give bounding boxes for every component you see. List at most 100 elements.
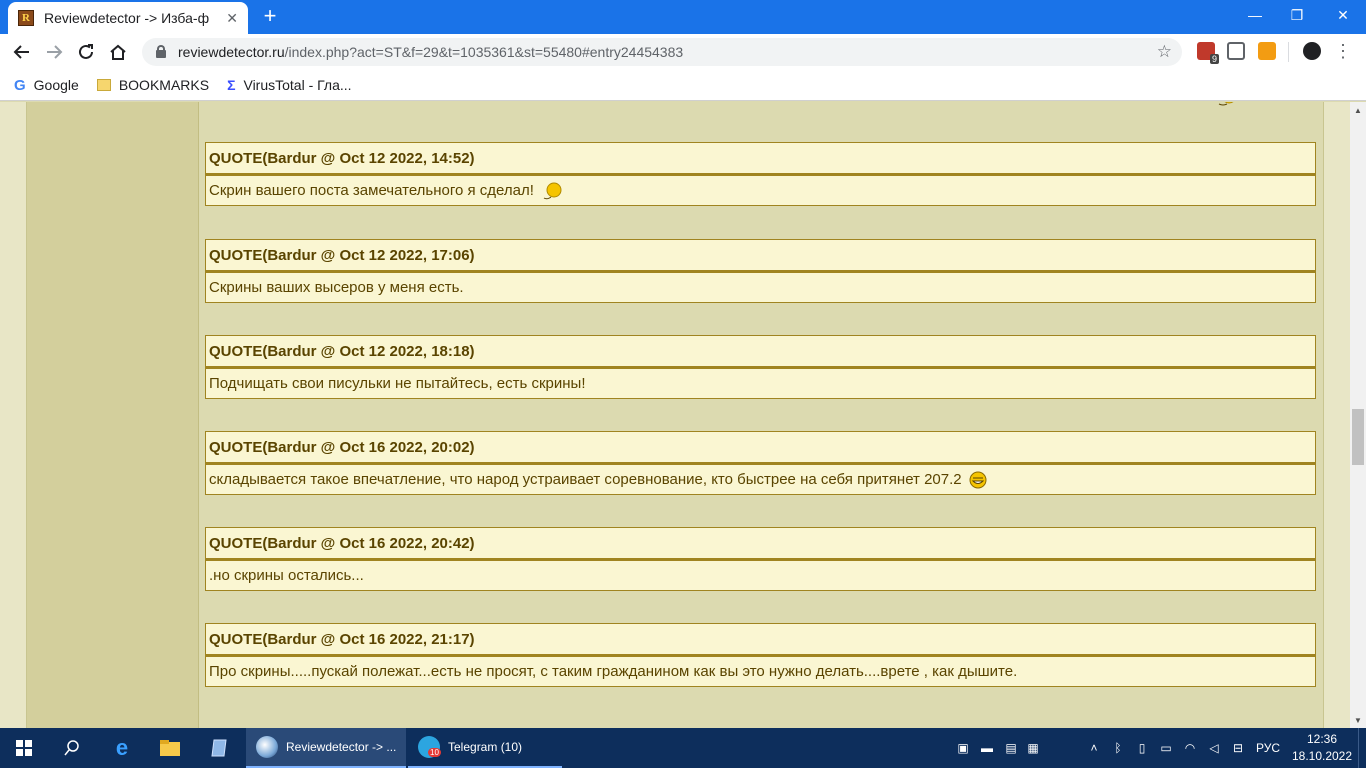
- battery-icon[interactable]: ▭: [1156, 728, 1176, 768]
- bookmark-folder-bookmarks[interactable]: BOOKMARKS: [96, 77, 210, 93]
- quote-body: складывается такое впечатление, что наро…: [205, 463, 1316, 495]
- browser-toolbar: reviewdetector.ru/index.php?act=ST&f=29&…: [0, 34, 1366, 70]
- virustotal-icon: Σ: [227, 77, 236, 93]
- bookmark-label: Google: [33, 77, 79, 93]
- file-explorer-icon[interactable]: [146, 728, 194, 768]
- quote-block: QUOTE(Bardur @ Oct 16 2022, 21:17) Про с…: [205, 623, 1316, 687]
- telegram-badge: 10: [428, 748, 441, 757]
- windows-taskbar: e Reviewdetector -> ... 10 Telegram (10)…: [0, 728, 1366, 768]
- browser-tab[interactable]: R Reviewdetector -> Изба-ф ✕: [8, 2, 248, 34]
- wifi-icon[interactable]: ◠: [1180, 728, 1200, 768]
- language-switch-icon[interactable]: ⊟: [1228, 728, 1248, 768]
- quote-text: Подчищать свои писульки не пытайтесь, ес…: [209, 375, 586, 392]
- bookmarks-bar: G Google BOOKMARKS Σ VirusTotal - Гла...: [0, 70, 1366, 101]
- smiley-icon: [1218, 102, 1234, 106]
- clock-date: 18.10.2022: [1291, 749, 1353, 763]
- google-icon: G: [14, 76, 26, 94]
- ublock-extension-icon[interactable]: 9: [1197, 42, 1219, 64]
- extension-badge: 9: [1209, 54, 1219, 64]
- quote-block: QUOTE(Bardur @ Oct 12 2022, 14:52) Скрин…: [205, 142, 1316, 206]
- laughing-smiley-icon: [969, 471, 987, 488]
- language-indicator[interactable]: РУС: [1252, 728, 1284, 768]
- edge-browser-icon[interactable]: e: [98, 728, 146, 768]
- page-scrollbar[interactable]: ▲ ▼: [1350, 102, 1366, 728]
- bookmark-label: BOOKMARKS: [118, 77, 210, 93]
- forward-arrow-icon: [47, 45, 63, 59]
- quote-body: Скрин вашего поста замечательного я сдел…: [205, 174, 1316, 206]
- folder-icon: [96, 79, 111, 91]
- tray-display-icon[interactable]: ▬: [976, 728, 998, 768]
- lock-icon: [156, 45, 166, 58]
- whistling-smiley-icon: [543, 182, 562, 199]
- toolbar-divider: [1288, 42, 1289, 62]
- image-extension-icon[interactable]: [1227, 42, 1245, 60]
- menu-kebab-icon[interactable]: ⋮: [1334, 41, 1352, 61]
- scroll-up-arrow-icon[interactable]: ▲: [1350, 102, 1366, 118]
- quote-body: Скрины ваших высеров у меня есть.: [205, 271, 1316, 303]
- search-icon[interactable]: [48, 728, 96, 768]
- reload-button[interactable]: [72, 38, 100, 66]
- close-window-button[interactable]: ✕: [1320, 0, 1366, 30]
- quote-block: QUOTE(Bardur @ Oct 16 2022, 20:02) склад…: [205, 431, 1316, 495]
- show-hidden-icons-chevron-icon[interactable]: ˄: [1084, 728, 1104, 768]
- quote-header: QUOTE(Bardur @ Oct 12 2022, 18:18): [205, 335, 1316, 367]
- scroll-down-arrow-icon[interactable]: ▼: [1350, 712, 1366, 728]
- quote-body: Про скрины.....пускай полежат...есть не …: [205, 655, 1316, 687]
- windows-start-icon[interactable]: [0, 728, 48, 768]
- taskbar-app-label: Telegram (10): [448, 740, 523, 754]
- volume-icon[interactable]: ◁: [1204, 728, 1224, 768]
- quote-block: QUOTE(Bardur @ Oct 12 2022, 18:18) Подчи…: [205, 335, 1316, 399]
- bookmark-virustotal[interactable]: Σ VirusTotal - Гла...: [227, 77, 351, 93]
- quote-body: Подчищать свои писульки не пытайтесь, ес…: [205, 367, 1316, 399]
- restore-button[interactable]: ❐: [1274, 0, 1320, 30]
- clock-time: 12:36: [1306, 732, 1338, 746]
- bluetooth-icon[interactable]: ᛒ: [1108, 728, 1128, 768]
- quote-text: Про скрины.....пускай полежат...есть не …: [209, 663, 1018, 680]
- browser-titlebar: R Reviewdetector -> Изба-ф ✕ + — ❐ ✕: [0, 0, 1366, 34]
- tray-document-icon[interactable]: ▤: [1000, 728, 1022, 768]
- chrome-browser-icon: [256, 736, 278, 758]
- post-author-column: [27, 102, 199, 728]
- tray-keyboard-icon[interactable]: ▦: [1022, 728, 1044, 768]
- system-clock[interactable]: 12:36 18.10.2022: [1290, 731, 1354, 765]
- quote-text: Скрин вашего поста замечательного я сдел…: [209, 182, 534, 199]
- quote-text: складывается такое впечатление, что наро…: [209, 471, 962, 488]
- show-desktop-button[interactable]: [1358, 728, 1366, 768]
- odnoklassniki-extension-icon[interactable]: [1258, 42, 1276, 60]
- url-path: /index.php?act=ST&f=29&t=1035361&st=5548…: [284, 44, 684, 60]
- profile-avatar-icon[interactable]: [1303, 42, 1321, 60]
- telegram-icon: 10: [418, 736, 441, 758]
- notepad-icon[interactable]: [196, 728, 244, 768]
- home-button[interactable]: [104, 38, 132, 66]
- page-viewport: QUOTE(Bardur @ Oct 12 2022, 14:52) Скрин…: [0, 102, 1350, 728]
- close-tab-icon[interactable]: ✕: [226, 10, 238, 27]
- bookmark-google[interactable]: G Google: [14, 77, 79, 94]
- scrollbar-thumb[interactable]: [1352, 409, 1364, 465]
- tray-network-monitor-icon[interactable]: ▣: [952, 728, 974, 768]
- quote-block: QUOTE(Bardur @ Oct 16 2022, 20:42) .но с…: [205, 527, 1316, 591]
- quote-header: QUOTE(Bardur @ Oct 12 2022, 17:06): [205, 239, 1316, 271]
- reload-icon: [79, 44, 93, 59]
- address-bar[interactable]: reviewdetector.ru/index.php?act=ST&f=29&…: [142, 38, 1182, 66]
- taskbar-app-label: Reviewdetector -> ...: [286, 740, 397, 754]
- quote-body: .но скрины остались...: [205, 559, 1316, 591]
- quote-text: .но скрины остались...: [209, 567, 364, 584]
- usb-device-icon[interactable]: ▯: [1132, 728, 1152, 768]
- url-host: reviewdetector.ru: [178, 44, 285, 60]
- minimize-button[interactable]: —: [1232, 0, 1278, 30]
- bookmark-label: VirusTotal - Гла...: [243, 77, 352, 93]
- bookmark-star-icon[interactable]: ☆: [1157, 42, 1172, 62]
- quote-header: QUOTE(Bardur @ Oct 16 2022, 20:42): [205, 527, 1316, 559]
- quote-text: Скрины ваших высеров у меня есть.: [209, 279, 464, 296]
- back-button[interactable]: [8, 38, 36, 66]
- tab-title: Reviewdetector -> Изба-ф: [44, 10, 210, 26]
- quote-header: QUOTE(Bardur @ Oct 16 2022, 21:17): [205, 623, 1316, 655]
- taskbar-app-telegram[interactable]: 10 Telegram (10): [408, 728, 562, 768]
- taskbar-app-reviewdetector[interactable]: Reviewdetector -> ...: [246, 728, 406, 768]
- quote-header: QUOTE(Bardur @ Oct 12 2022, 14:52): [205, 142, 1316, 174]
- home-icon: [110, 44, 126, 60]
- site-favicon-icon: R: [18, 10, 34, 26]
- forward-button[interactable]: [40, 38, 68, 66]
- quote-block: QUOTE(Bardur @ Oct 12 2022, 17:06) Скрин…: [205, 239, 1316, 303]
- new-tab-button[interactable]: +: [258, 4, 282, 28]
